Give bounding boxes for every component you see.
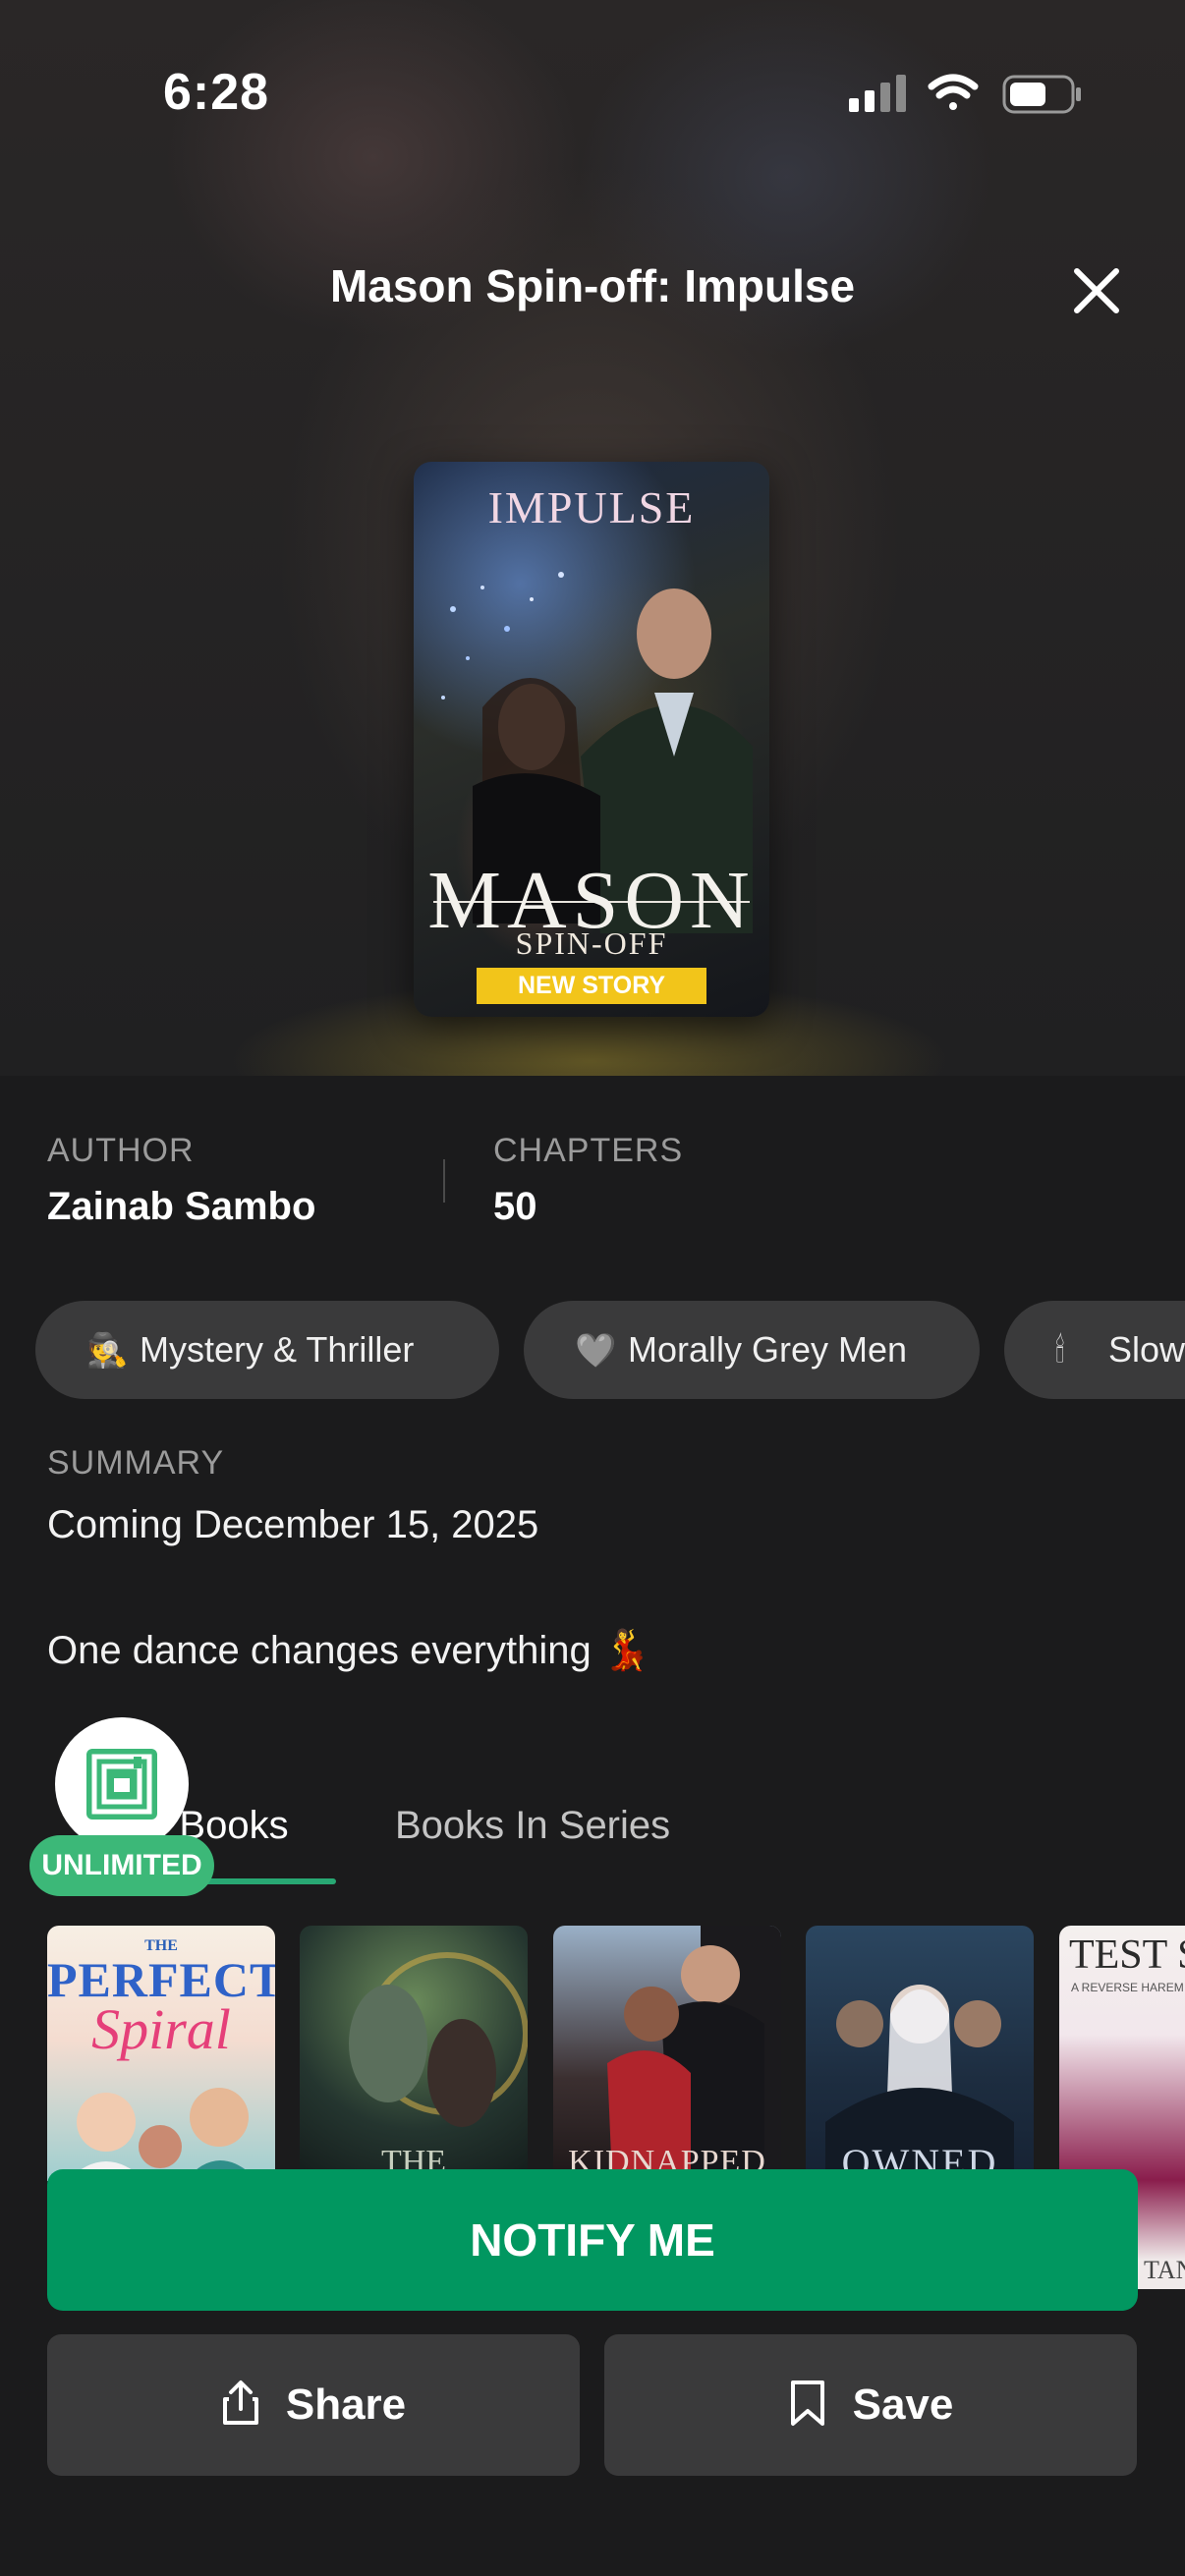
- app-logo-button[interactable]: [55, 1717, 189, 1851]
- summary-release-date: Coming December 15, 2025: [47, 1503, 539, 1546]
- share-label: Share: [285, 2380, 407, 2429]
- unlimited-badge: UNLIMITED: [29, 1835, 214, 1896]
- book-thumbnail[interactable]: KIDNAPPED: [553, 1926, 781, 2181]
- book-title: Mason Spin-off: Impulse: [329, 260, 856, 311]
- detective-icon: 🕵: [86, 1332, 129, 1370]
- book-title-main: TEST SU: [1069, 1932, 1185, 1978]
- summary-tagline: One dance changes everything 💃: [47, 1629, 651, 1672]
- tag-chip-mystery-thriller[interactable]: 🕵 Mystery & Thriller: [35, 1301, 499, 1399]
- book-footer: TAN: [1144, 2256, 1185, 2284]
- signal-icon: [849, 75, 906, 112]
- chapters-label: CHAPTERS: [493, 1132, 684, 1169]
- book-cover: IMPULSE MASON SPIN-OFF NEW STORY: [414, 462, 769, 1017]
- status-time: 6:28: [163, 64, 270, 121]
- book-cover-art: [349, 1952, 528, 2127]
- author-name[interactable]: Zainab Sambo: [47, 1185, 315, 1229]
- tag-label: Mystery & Thriller: [140, 1329, 415, 1370]
- grey-heart-icon: 🩶: [575, 1332, 617, 1370]
- candle-icon: 🕯: [1055, 1332, 1065, 1370]
- tag-label: Slow: [1108, 1329, 1185, 1370]
- status-icons: [849, 74, 1081, 114]
- tag-chip-morally-grey-men[interactable]: 🩶 Morally Grey Men: [524, 1301, 980, 1399]
- bookmark-icon: [790, 2380, 824, 2427]
- wifi-icon: [928, 74, 979, 110]
- maze-logo-icon: [86, 1749, 157, 1820]
- tab-books-in-series[interactable]: Books In Series: [395, 1804, 670, 1848]
- battery-icon: [1002, 75, 1081, 114]
- hero-section: 6:28 Mason Spin-off: Impulse IMPULSE MAS…: [0, 0, 1185, 1076]
- close-icon[interactable]: [1067, 261, 1126, 320]
- book-thumbnail[interactable]: OWNED: [806, 1926, 1034, 2181]
- new-story-badge: NEW STORY: [477, 968, 706, 1004]
- save-label: Save: [852, 2380, 954, 2429]
- tag-chip-slow[interactable]: 🕯 Slow: [1004, 1301, 1185, 1399]
- book-cover-art: [607, 1926, 781, 2181]
- chapters-count: 50: [493, 1185, 537, 1228]
- meta-divider: [443, 1159, 445, 1203]
- book-thumbnail[interactable]: THE PERFECT Spiral: [47, 1926, 275, 2181]
- book-thumbnail[interactable]: THE: [300, 1926, 528, 2181]
- share-button[interactable]: Share: [47, 2334, 580, 2476]
- summary-label: SUMMARY: [47, 1444, 225, 1482]
- book-cover-art: [67, 2088, 258, 2181]
- notify-me-button[interactable]: NOTIFY ME: [47, 2169, 1138, 2311]
- book-title-script: Spiral: [91, 1997, 231, 2061]
- tag-label: Morally Grey Men: [628, 1329, 908, 1370]
- save-button[interactable]: Save: [604, 2334, 1137, 2476]
- book-subtitle: A REVERSE HAREM: [1071, 1981, 1184, 1994]
- cover-subtitle: SPIN-OFF: [515, 925, 668, 961]
- share-icon: [222, 2380, 258, 2426]
- author-label: AUTHOR: [47, 1132, 195, 1169]
